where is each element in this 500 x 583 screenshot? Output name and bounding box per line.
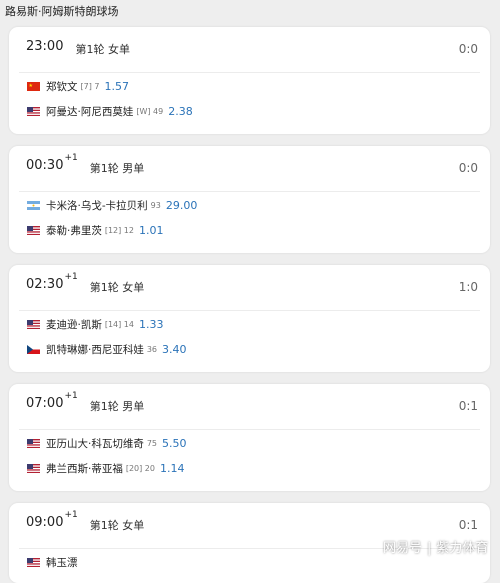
match-round: 第1轮 男单 [89,400,145,413]
player-row[interactable]: ★ 郑钦文 [7] 7 1.57 [27,78,129,94]
player-name: 凯特琳娜·西尼亚科娃 [46,343,144,356]
player-seed: [20] 20 [125,463,155,473]
player-odds[interactable]: 1.57 [104,80,129,93]
player-name: 阿曼达·阿尼西莫娃 [46,105,134,118]
player-odds[interactable]: 2.38 [168,105,193,118]
match-time: 09:00 [26,515,64,530]
divider [19,191,480,192]
court-title: 路易斯·阿姆斯特朗球场 [5,5,119,18]
player-row[interactable]: 麦迪逊·凯斯 [14] 14 1.33 [27,316,164,332]
player-seed: [12] 12 [104,225,134,235]
player-odds[interactable]: 1.01 [139,224,164,237]
divider [19,72,480,73]
next-day-marker: +1 [64,272,78,282]
player-odds[interactable]: 3.40 [162,343,187,356]
player-name: 韩玉漂 [46,556,78,569]
player-seed: [7] 7 [80,81,100,91]
player-row[interactable]: 卡米洛·乌戈-卡拉贝利 93 29.00 [27,197,197,213]
player-name: 郑钦文 [46,80,78,93]
usa-flag-icon [27,463,40,473]
player-name: 泰勒·弗里茨 [46,224,102,237]
usa-flag-icon [27,557,40,567]
player-row[interactable]: 阿曼达·阿尼西莫娃 [W] 49 2.38 [27,103,193,119]
usa-flag-icon [27,438,40,448]
match-header: 00:30 +1 第1轮 男单 [26,153,145,178]
player-name: 卡米洛·乌戈-卡拉贝利 [46,199,148,212]
next-day-marker: +1 [64,153,78,163]
player-seed: [W] 49 [136,106,164,116]
next-day-marker: +1 [64,510,78,520]
match-card[interactable]: 00:30 +1 第1轮 男单 0:0 卡米洛·乌戈-卡拉贝利 93 29.00 … [9,146,490,253]
usa-flag-icon [27,106,40,116]
match-time: 00:30 [26,158,64,173]
divider [19,310,480,311]
player-seed: 36 [146,344,158,354]
match-card[interactable]: 02:30 +1 第1轮 女单 1:0 麦迪逊·凯斯 [14] 14 1.33 凯… [9,265,490,372]
player-seed: [14] 14 [104,319,134,329]
player-odds[interactable]: 5.50 [162,437,187,450]
player-name: 亚历山大·科瓦切维奇 [46,437,144,450]
watermark: 网易号 | 紫力体育 [383,537,488,556]
watermark-source: 网易号 [383,541,423,556]
match-round: 第1轮 女单 [89,281,145,294]
match-score: 1:0 [458,280,478,294]
watermark-separator: | [427,541,432,556]
match-header: 09:00 +1 第1轮 女单 [26,510,145,535]
player-seed: 93 [150,200,161,210]
match-score: 0:1 [458,518,478,532]
player-row[interactable]: 泰勒·弗里茨 [12] 12 1.01 [27,222,164,238]
player-odds[interactable]: 1.33 [139,318,164,331]
match-round: 第1轮 女单 [89,519,145,532]
china-flag-icon: ★ [27,81,40,91]
match-score: 0:0 [458,161,478,175]
czech-flag-icon [27,344,40,354]
match-card[interactable]: 07:00 +1 第1轮 男单 0:1 亚历山大·科瓦切维奇 75 5.50 弗兰… [9,384,490,491]
match-time: 23:00 [26,39,64,54]
match-score: 0:1 [458,399,478,413]
player-row[interactable]: 弗兰西斯·蒂亚福 [20] 20 1.14 [27,460,185,476]
match-round: 第1轮 男单 [89,162,145,175]
argentina-flag-icon [27,200,40,210]
player-row[interactable]: 凯特琳娜·西尼亚科娃 36 3.40 [27,341,187,357]
match-time: 07:00 [26,396,64,411]
player-row[interactable]: 亚历山大·科瓦切维奇 75 5.50 [27,435,187,451]
player-name: 麦迪逊·凯斯 [46,318,102,331]
match-time: 02:30 [26,277,64,292]
player-name: 弗兰西斯·蒂亚福 [46,462,123,475]
player-odds[interactable]: 1.14 [160,462,185,475]
player-odds[interactable]: 29.00 [166,199,198,212]
divider [19,429,480,430]
svg-text:★: ★ [29,83,34,89]
match-header: 23:00 第1轮 女单 [26,39,130,59]
match-score: 0:0 [458,42,478,56]
usa-flag-icon [27,225,40,235]
match-card[interactable]: 23:00 第1轮 女单 0:0 ★ 郑钦文 [7] 7 1.57 阿曼达·阿尼… [9,27,490,134]
player-seed: 75 [146,438,158,448]
match-header: 02:30 +1 第1轮 女单 [26,272,145,297]
next-day-marker: +1 [64,391,78,401]
watermark-author: 紫力体育 [436,541,489,556]
match-header: 07:00 +1 第1轮 男单 [26,391,145,416]
match-round: 第1轮 女单 [75,43,130,56]
player-row[interactable]: 韩玉漂 [27,554,78,570]
usa-flag-icon [27,319,40,329]
